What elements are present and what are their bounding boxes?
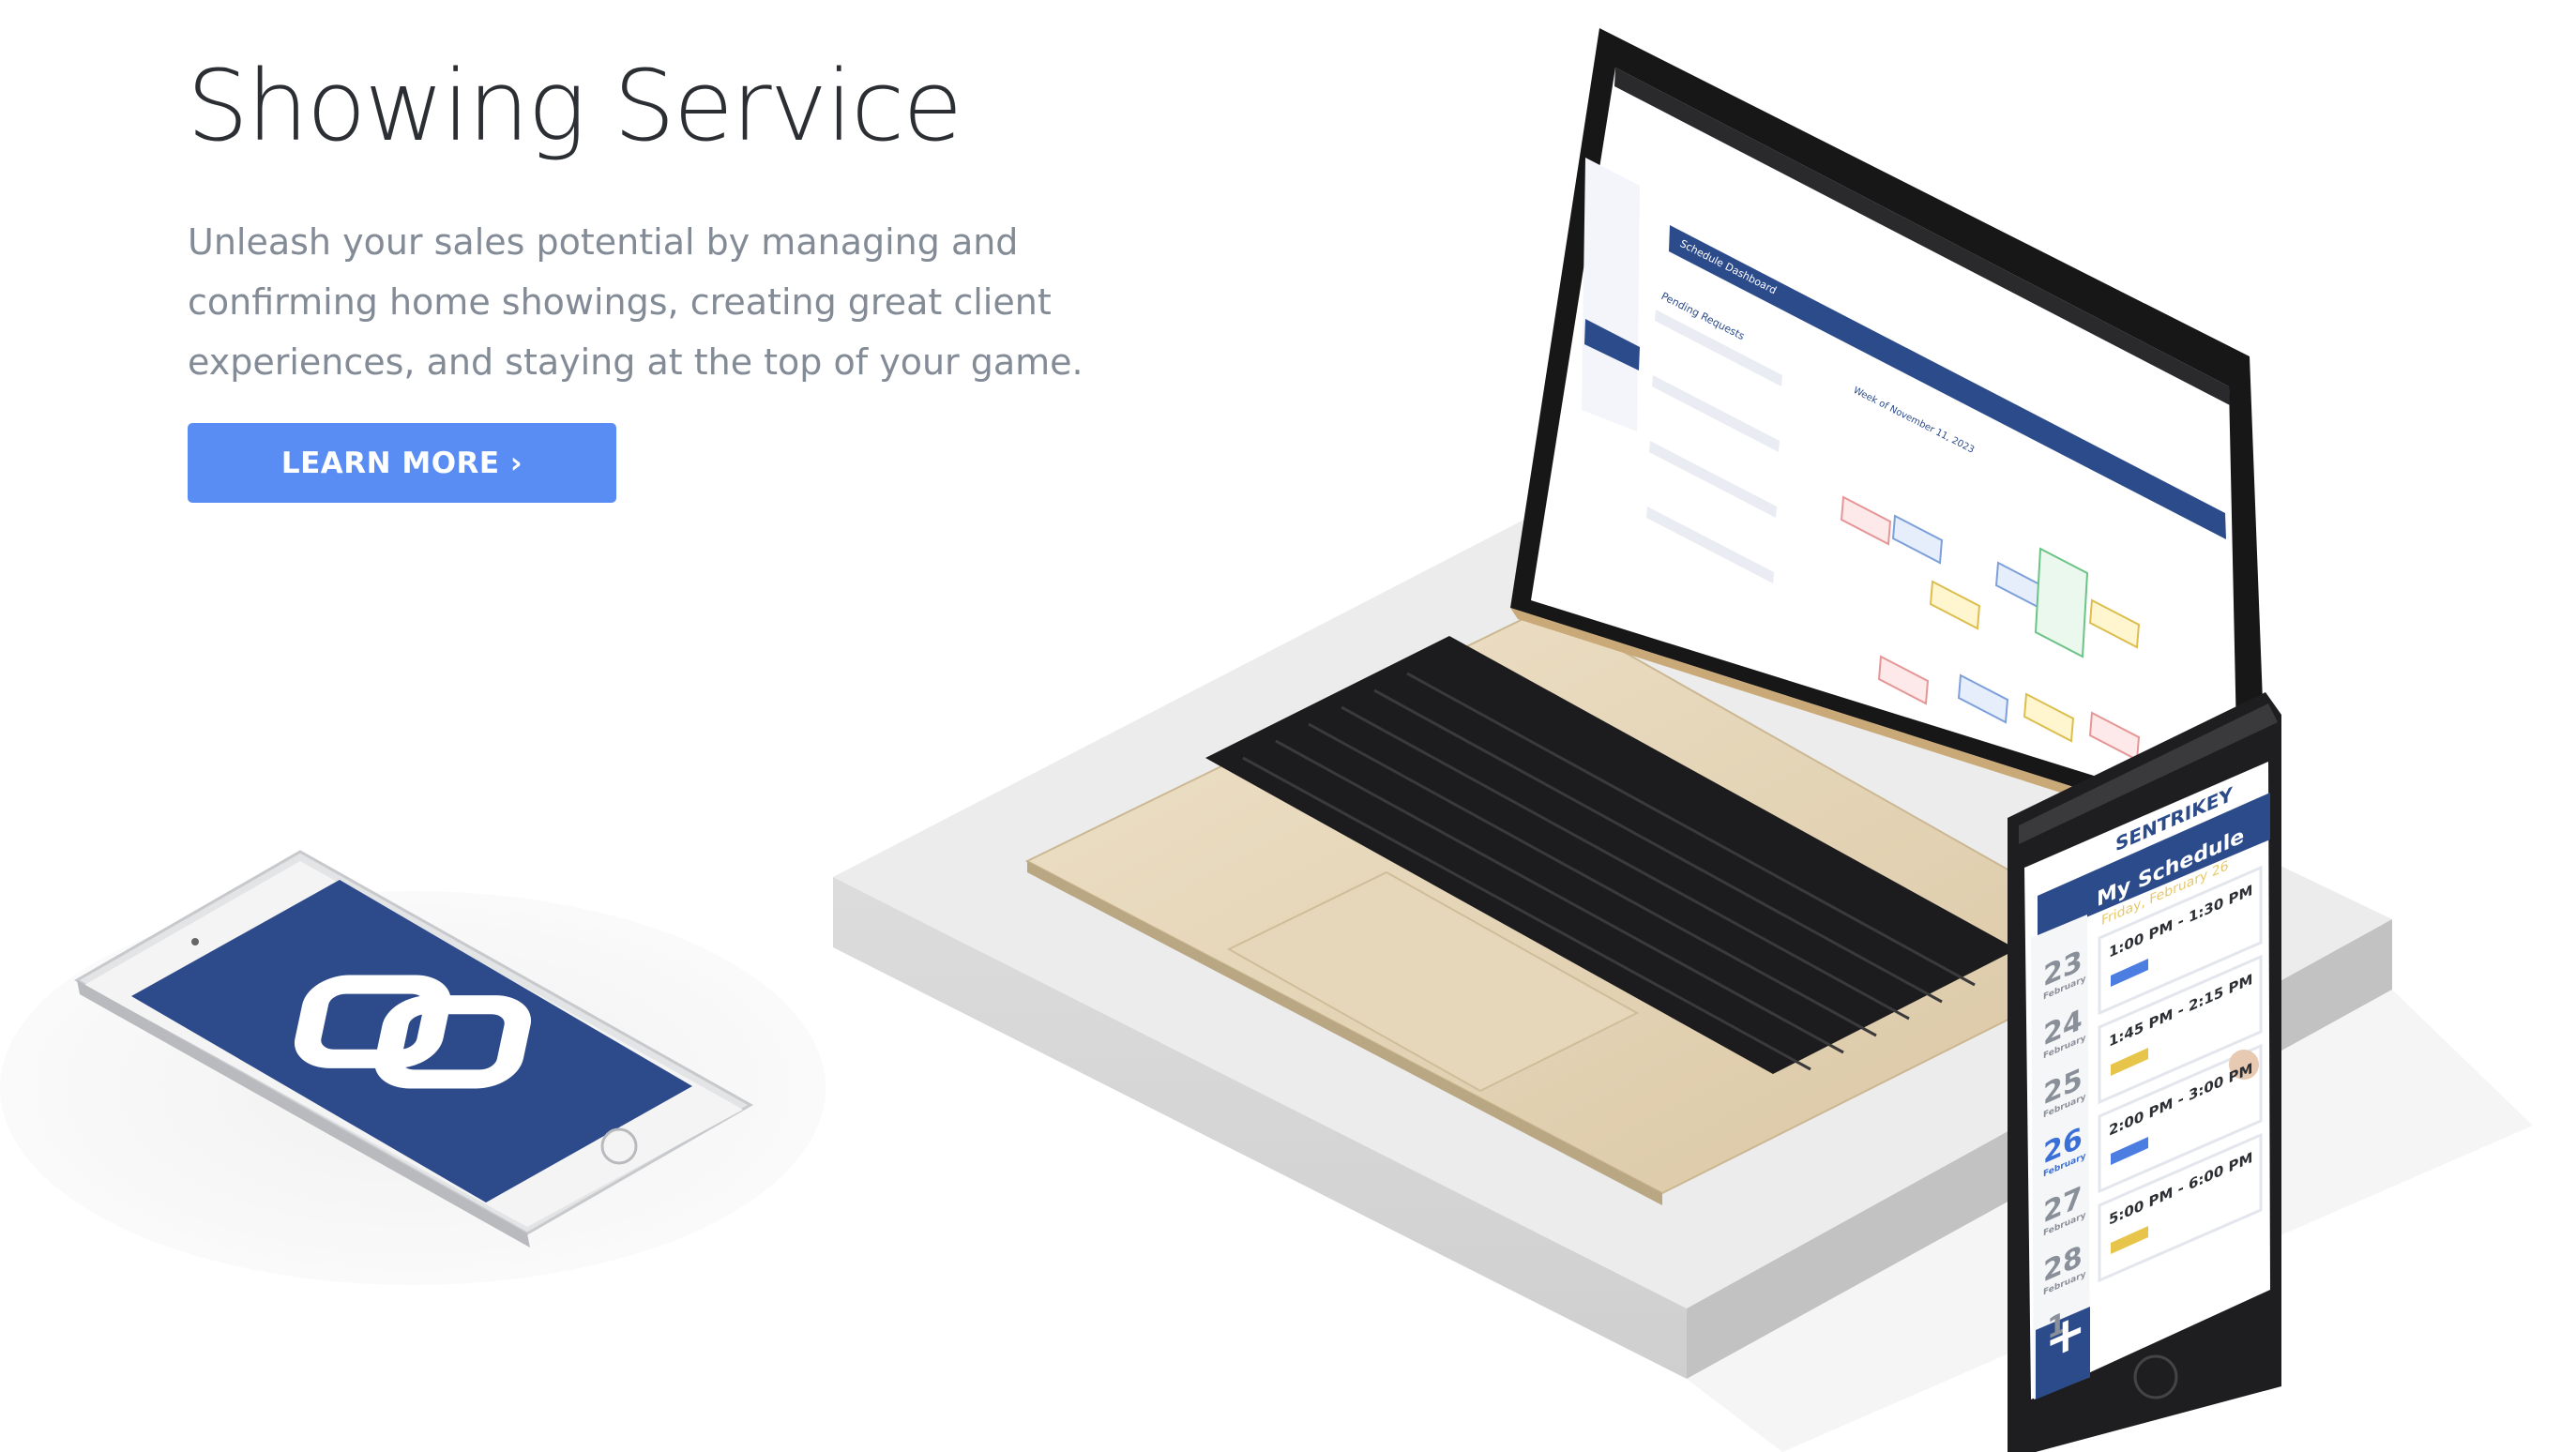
device-illustration: Schedule Dashboard Pending Requests Week… bbox=[0, 28, 2533, 1452]
